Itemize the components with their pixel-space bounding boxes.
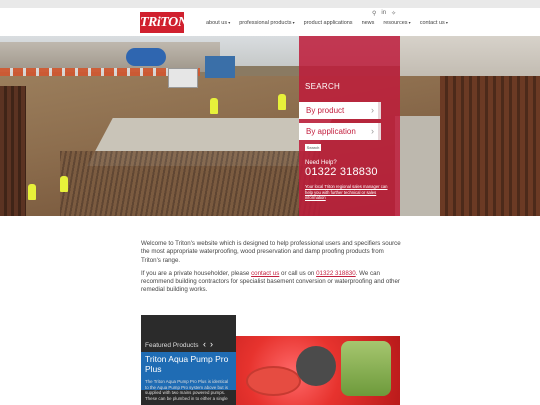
nav-news[interactable]: news [362,20,375,26]
featured-product-image[interactable] [236,336,400,405]
featured-product-description: The Triton Aqua Pump Pro Plus is identic… [145,379,229,401]
nav-professional-products[interactable]: professional products [239,20,294,26]
linkedin-icon[interactable]: in [381,10,386,17]
intro-paragraph-1: Welcome to Triton's website which is des… [141,240,401,264]
search-icon[interactable]: ⚲ [372,10,376,17]
nav-product-applications[interactable]: product applications [304,20,353,26]
chevron-right-icon[interactable]: › [210,339,217,349]
top-strip [0,0,540,8]
triton-logo[interactable]: TRiTON [140,12,188,33]
intro-text: Welcome to Triton's website which is des… [141,240,401,300]
help-phone-number[interactable]: 01322 318830 [305,166,378,178]
nav-resources[interactable]: resources [383,20,410,26]
intro-paragraph-2: If you are a private householder, please… [141,269,400,294]
main-nav: about us professional products product a… [206,20,448,26]
page: TRiTON ⚲ in ✧ about us professional prod… [0,0,540,405]
featured-label: Featured Products [145,342,199,349]
hero-image [0,36,540,216]
contact-us-link[interactable]: contact us [251,270,279,277]
search-title: SEARCH [305,82,341,91]
site-header: TRiTON ⚲ in ✧ about us professional prod… [0,8,540,36]
nav-about-us[interactable]: about us [206,20,230,26]
by-product-button[interactable]: By product [299,102,381,119]
by-application-button[interactable]: By application [299,123,381,140]
chevron-left-icon[interactable]: ‹ [203,339,210,349]
featured-product-title[interactable]: Triton Aqua Pump Pro Plus [145,354,233,374]
header-icons: ⚲ in ✧ [372,10,396,17]
nav-contact-us[interactable]: contact us [420,20,448,26]
search-panel: SEARCH By product By application Search … [299,36,400,216]
phone-link[interactable]: 01322 318830 [316,270,356,277]
search-button[interactable]: Search [305,144,321,151]
featured-products: Featured Products ‹› Triton Aqua Pump Pr… [141,315,236,405]
featured-arrows: ‹› [203,339,217,349]
help-text-link[interactable]: Your local Triton regional sales manager… [305,184,395,201]
twitter-icon[interactable]: ✧ [391,10,396,17]
